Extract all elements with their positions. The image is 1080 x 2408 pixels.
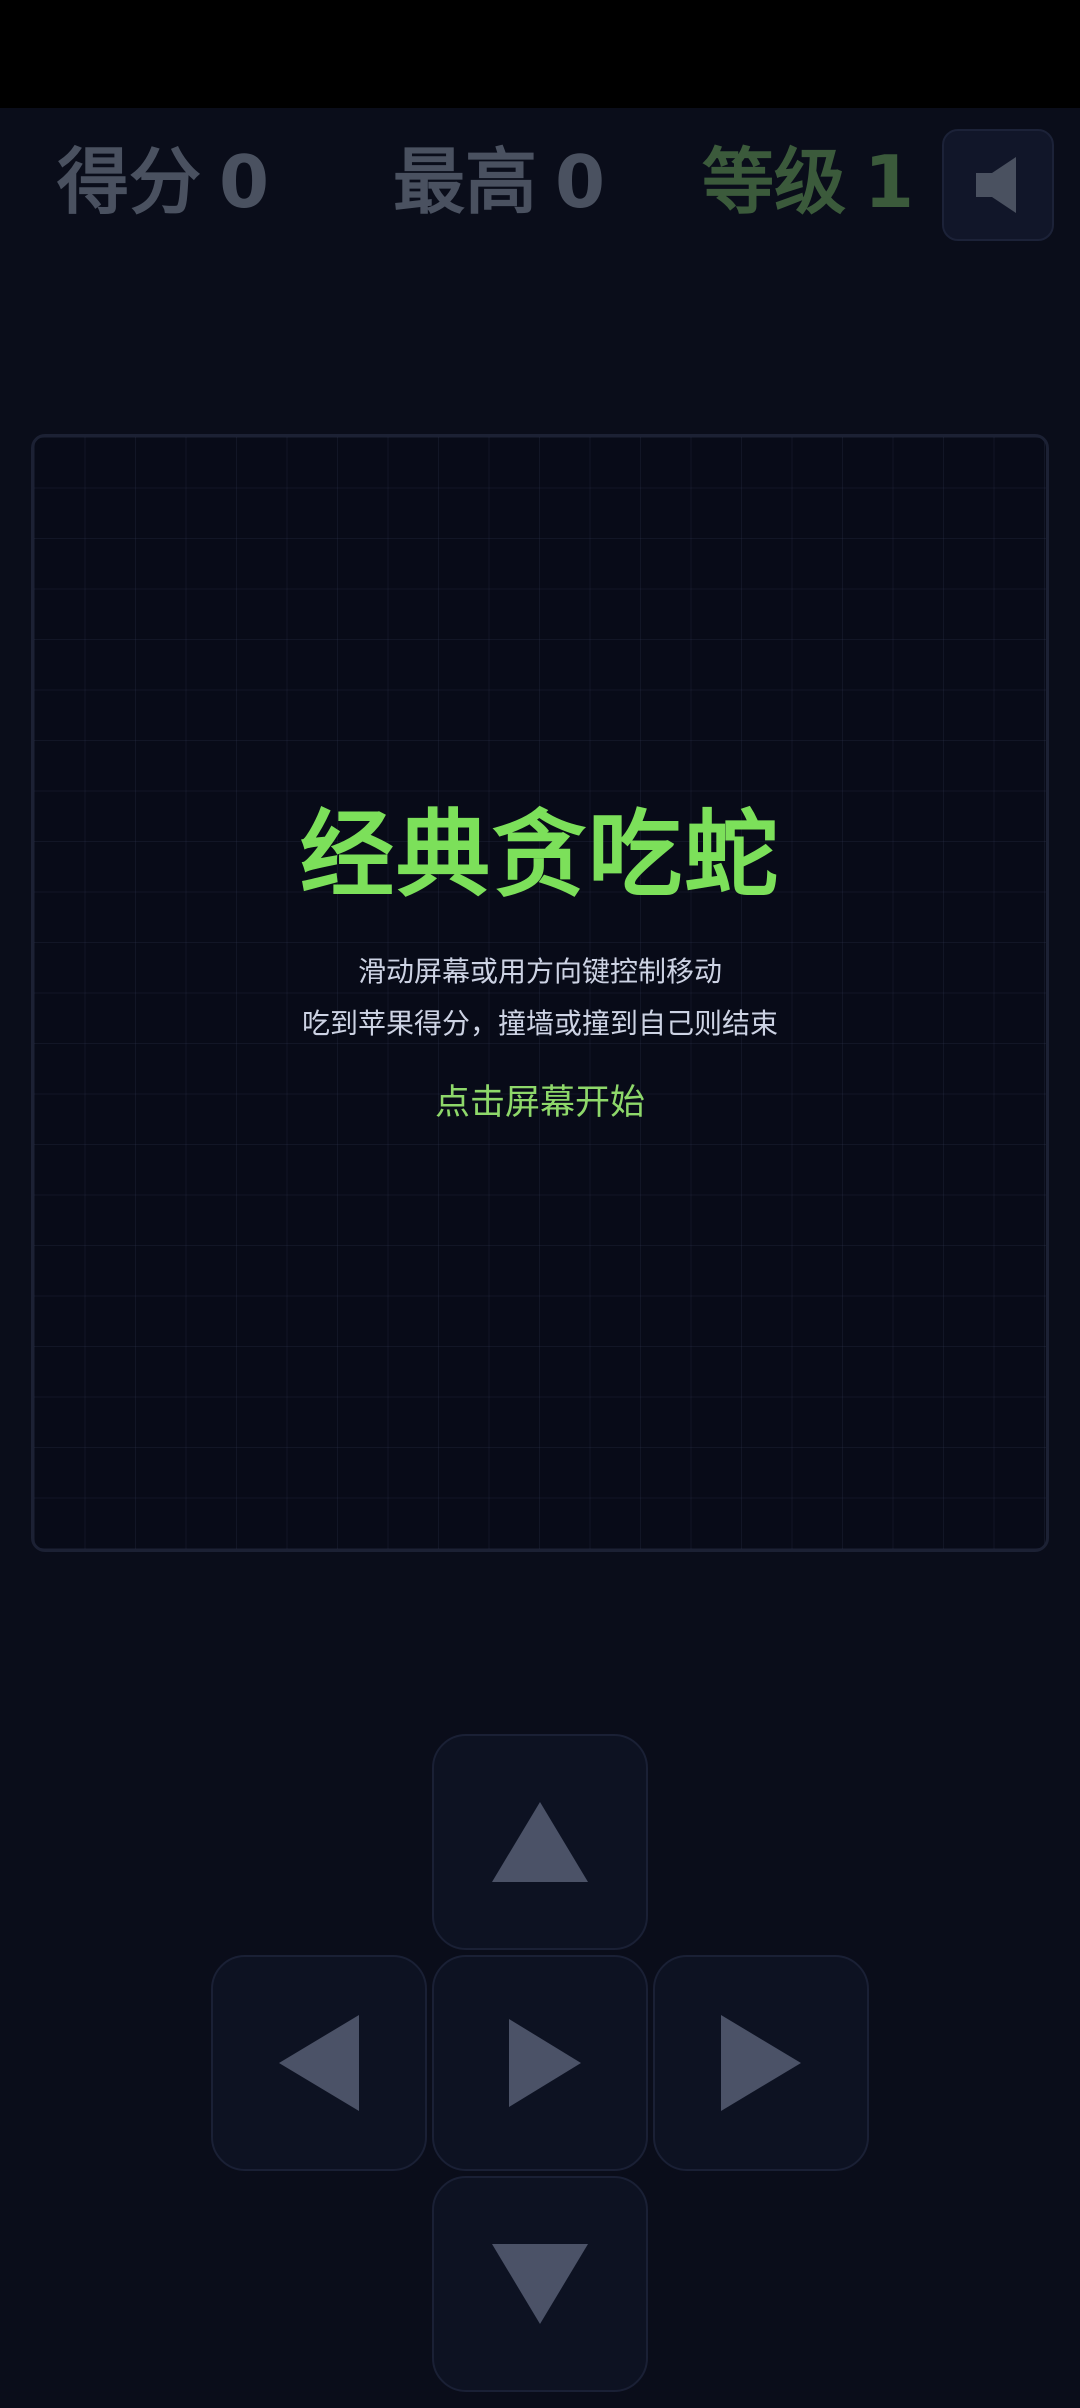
arrow-right-icon: [721, 2015, 801, 2111]
dpad-left-button[interactable]: [211, 1955, 427, 2171]
instruction-line-2: 吃到苹果得分，撞墙或撞到自己则结束: [301, 1007, 778, 1040]
best-score-display: 最高 0: [393, 146, 623, 218]
instruction-line-1: 滑动屏幕或用方向键控制移动: [357, 955, 722, 988]
score-value: 0: [219, 140, 270, 224]
game-title: 经典贪吃蛇: [299, 801, 780, 910]
play-icon: [509, 2019, 581, 2107]
level-value: 1: [864, 140, 915, 224]
status-bar: [0, 0, 1080, 108]
dpad-up-button[interactable]: [432, 1734, 648, 1950]
score-display: 得分 0: [57, 146, 287, 218]
arrow-down-icon: [492, 2244, 588, 2324]
level-display: 等级 1: [702, 146, 932, 218]
start-prompt[interactable]: 点击屏幕开始: [34, 1086, 1046, 1121]
best-label: 最高: [393, 140, 538, 224]
score-label: 得分: [57, 140, 202, 224]
arrow-left-icon: [279, 2015, 359, 2111]
game-board[interactable]: 经典贪吃蛇 滑动屏幕或用方向键控制移动 吃到苹果得分，撞墙或撞到自己则结束 点击…: [31, 434, 1049, 1552]
arrow-up-icon: [492, 1802, 588, 1882]
speaker-icon: [976, 157, 1016, 213]
dpad-right-button[interactable]: [653, 1955, 869, 2171]
best-value: 0: [555, 140, 606, 224]
level-label: 等级: [702, 140, 847, 224]
sound-toggle-button[interactable]: [942, 129, 1054, 241]
dpad-down-button[interactable]: [432, 2176, 648, 2392]
hud-bar: 得分 0 最高 0 等级 1: [0, 108, 1080, 268]
dpad-center-button[interactable]: [432, 1955, 648, 2171]
